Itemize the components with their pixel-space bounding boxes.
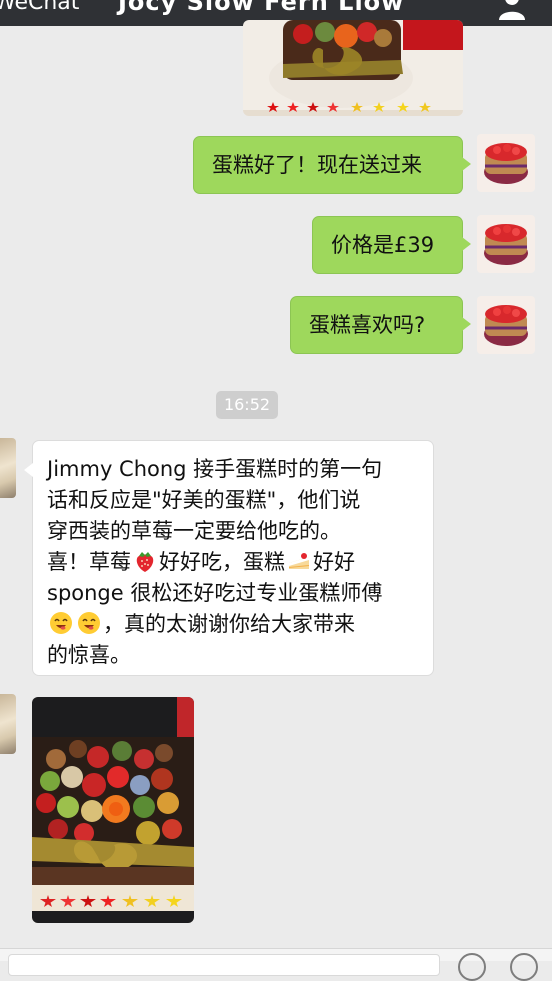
message-bubble-sent[interactable]: 蛋糕喜欢吗? [290, 296, 471, 354]
strawberry-icon [133, 549, 157, 573]
my-avatar[interactable] [477, 296, 535, 354]
timestamp-divider: 16:52 [216, 391, 278, 419]
cake-photo-sent[interactable] [243, 20, 463, 116]
my-avatar[interactable] [477, 215, 535, 273]
message-line: 的惊喜。 [47, 643, 131, 667]
message-text: 蛋糕好了！现在送过来 [212, 153, 422, 177]
message-input[interactable] [8, 954, 440, 976]
message-line: 穿西装的草莓一定要给他吃的。 [47, 519, 341, 543]
add-button[interactable] [510, 953, 538, 981]
cake-photo-received[interactable] [32, 697, 194, 923]
cake-slice-icon [287, 549, 311, 573]
message-text: 蛋糕喜欢吗? [309, 313, 426, 337]
message-line: ，真的太谢谢你给大家带来 [47, 609, 419, 640]
message-bubble-sent[interactable]: 蛋糕好了！现在送过来 [193, 136, 471, 194]
message-text: 价格是£39 [331, 233, 435, 257]
message-line: 话和反应是"好美的蛋糕"，他们说 [47, 488, 361, 512]
contact-avatar[interactable] [0, 694, 16, 754]
back-button[interactable]: WeChat [0, 0, 79, 15]
contact-avatar[interactable] [0, 438, 16, 498]
smiling-face-icon [77, 611, 101, 635]
my-avatar[interactable] [477, 134, 535, 192]
message-bubble-received[interactable]: Jimmy Chong 接手蛋糕时的第一句 话和反应是"好美的蛋糕"，他们说 穿… [24, 440, 434, 676]
smiling-face-icon [49, 611, 73, 635]
message-line: sponge 很松还好吃过专业蛋糕师傅 [47, 581, 383, 605]
message-text: ，真的太谢谢你给大家带来 [103, 612, 355, 636]
message-text: 好好吃，蛋糕 [159, 550, 285, 574]
chat-title: Jocy Siow Fern Liow [118, 0, 405, 16]
message-bubble-sent[interactable]: 价格是£39 [312, 216, 471, 274]
message-text: 喜！草莓 [47, 550, 131, 574]
emoji-button[interactable] [458, 953, 486, 981]
message-text: 好好 [313, 550, 355, 574]
person-icon[interactable] [498, 0, 526, 20]
message-line: Jimmy Chong 接手蛋糕时的第一句 [47, 457, 383, 481]
message-line: 喜！草莓 好好吃，蛋糕 好好 [47, 547, 419, 578]
